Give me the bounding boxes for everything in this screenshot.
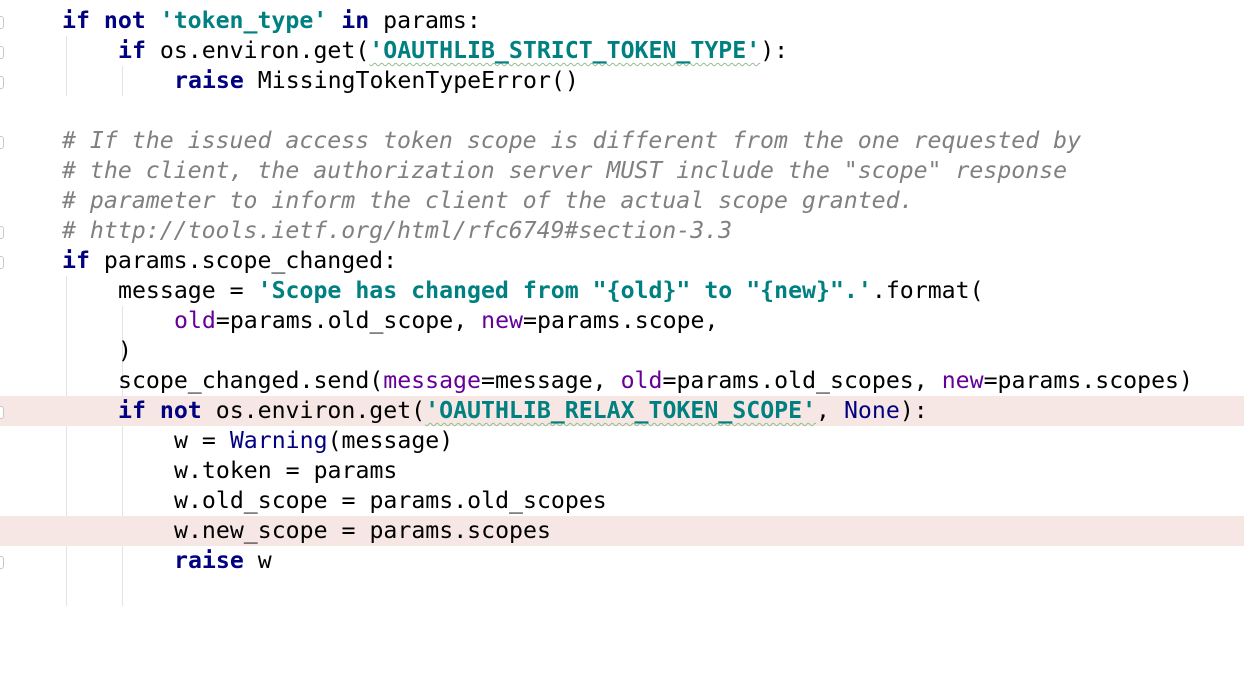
fold-marker-icon[interactable] bbox=[0, 406, 4, 419]
comment-token: # If the issued access token scope is di… bbox=[62, 127, 1082, 154]
builtin-token: Warning bbox=[229, 427, 328, 454]
comment-token: # parameter to inform the client of the … bbox=[62, 187, 914, 214]
code-token: ) bbox=[118, 337, 132, 364]
fold-marker-icon[interactable] bbox=[0, 226, 4, 239]
code-token: os.environ.get( bbox=[145, 37, 370, 64]
named-argument-token: message bbox=[383, 367, 481, 394]
code-line[interactable] bbox=[0, 96, 1244, 126]
code-token: params: bbox=[369, 7, 481, 34]
code-line[interactable]: old=params.old_scope, new=params.scope, bbox=[0, 306, 1244, 336]
keyword-token: in bbox=[341, 7, 370, 34]
code-token: =params.scope, bbox=[523, 307, 719, 334]
code-token: , bbox=[816, 397, 844, 424]
code-line[interactable]: w.old_scope = params.old_scopes bbox=[0, 486, 1244, 516]
named-argument-token: old bbox=[620, 367, 663, 394]
keyword-token: if bbox=[118, 397, 146, 424]
code-line[interactable]: if not 'token_type' in params: bbox=[0, 6, 1244, 36]
code-token: ): bbox=[760, 37, 789, 64]
fold-marker-icon[interactable] bbox=[0, 556, 4, 569]
code-token: .format( bbox=[871, 277, 984, 304]
code-line[interactable]: if params.scope_changed: bbox=[0, 246, 1244, 276]
code-line[interactable]: scope_changed.send(message=message, old=… bbox=[0, 366, 1244, 396]
code-token: scope_changed.send( bbox=[118, 367, 384, 394]
keyword-token: not bbox=[159, 397, 202, 424]
string-token: 'OAUTHLIB_STRICT_TOKEN_TYPE' bbox=[369, 37, 761, 64]
code-line[interactable]: ) bbox=[0, 336, 1244, 366]
code-token: params.scope_changed: bbox=[89, 247, 398, 274]
code-token: w bbox=[243, 547, 272, 574]
fold-marker-icon[interactable] bbox=[0, 136, 4, 149]
code-token: MissingTokenTypeError() bbox=[243, 67, 579, 94]
code-line[interactable]: w.token = params bbox=[0, 456, 1244, 486]
code-line[interactable]: # http://tools.ietf.org/html/rfc6749#sec… bbox=[0, 216, 1244, 246]
keyword-token: if bbox=[118, 37, 146, 64]
fold-marker-icon[interactable] bbox=[0, 256, 4, 269]
fold-marker-icon[interactable] bbox=[0, 46, 4, 59]
keyword-token: if bbox=[62, 7, 90, 34]
comment-token: # http://tools.ietf.org/html/rfc6749#sec… bbox=[62, 217, 733, 244]
code-token: =message, bbox=[480, 367, 621, 394]
builtin-token: None bbox=[843, 397, 900, 424]
code-token: message = bbox=[118, 277, 258, 304]
code-token: =params.old_scope, bbox=[215, 307, 482, 334]
named-argument-token: old bbox=[174, 307, 216, 334]
code-line[interactable]: # parameter to inform the client of the … bbox=[0, 186, 1244, 216]
fold-marker-icon[interactable] bbox=[0, 76, 4, 89]
code-line[interactable]: message = 'Scope has changed from "{old}… bbox=[0, 276, 1244, 306]
code-token: w = bbox=[174, 427, 230, 454]
code-line[interactable]: if os.environ.get('OAUTHLIB_STRICT_TOKEN… bbox=[0, 36, 1244, 66]
code-line-highlighted[interactable]: w.new_scope = params.scopes bbox=[0, 516, 1244, 546]
code-token: =params.scopes) bbox=[983, 367, 1193, 394]
code-token: os.environ.get( bbox=[201, 397, 426, 424]
keyword-token: not bbox=[103, 7, 146, 34]
code-line[interactable]: raise w bbox=[0, 546, 1244, 576]
code-token: (message) bbox=[327, 427, 454, 454]
string-token: 'token_type' bbox=[159, 7, 328, 34]
code-token: ): bbox=[899, 397, 928, 424]
code-line-highlighted[interactable]: if not os.environ.get('OAUTHLIB_RELAX_TO… bbox=[0, 396, 1244, 426]
named-argument-token: new bbox=[941, 367, 984, 394]
keyword-token: if bbox=[62, 247, 90, 274]
string-token: 'Scope has changed from "{old}" to "{new… bbox=[257, 277, 872, 304]
comment-token: # the client, the authorization server M… bbox=[62, 157, 1068, 184]
keyword-token: raise bbox=[174, 547, 244, 574]
code-token: w.old_scope = params.old_scopes bbox=[174, 487, 607, 514]
code-token: w.new_scope = params.scopes bbox=[174, 517, 551, 544]
code-line[interactable]: # If the issued access token scope is di… bbox=[0, 126, 1244, 156]
code-editor[interactable]: if not 'token_type' in params: if os.envi… bbox=[0, 0, 1244, 694]
code-line[interactable]: # the client, the authorization server M… bbox=[0, 156, 1244, 186]
named-argument-token: new bbox=[481, 307, 524, 334]
code-token: =params.old_scopes, bbox=[662, 367, 942, 394]
fold-marker-icon[interactable] bbox=[0, 16, 4, 29]
code-token: w.token = params bbox=[174, 457, 398, 484]
code-line[interactable]: raise MissingTokenTypeError() bbox=[0, 66, 1244, 96]
code-line[interactable]: w = Warning(message) bbox=[0, 426, 1244, 456]
string-token: 'OAUTHLIB_RELAX_TOKEN_SCOPE' bbox=[425, 397, 817, 424]
keyword-token: raise bbox=[174, 67, 244, 94]
